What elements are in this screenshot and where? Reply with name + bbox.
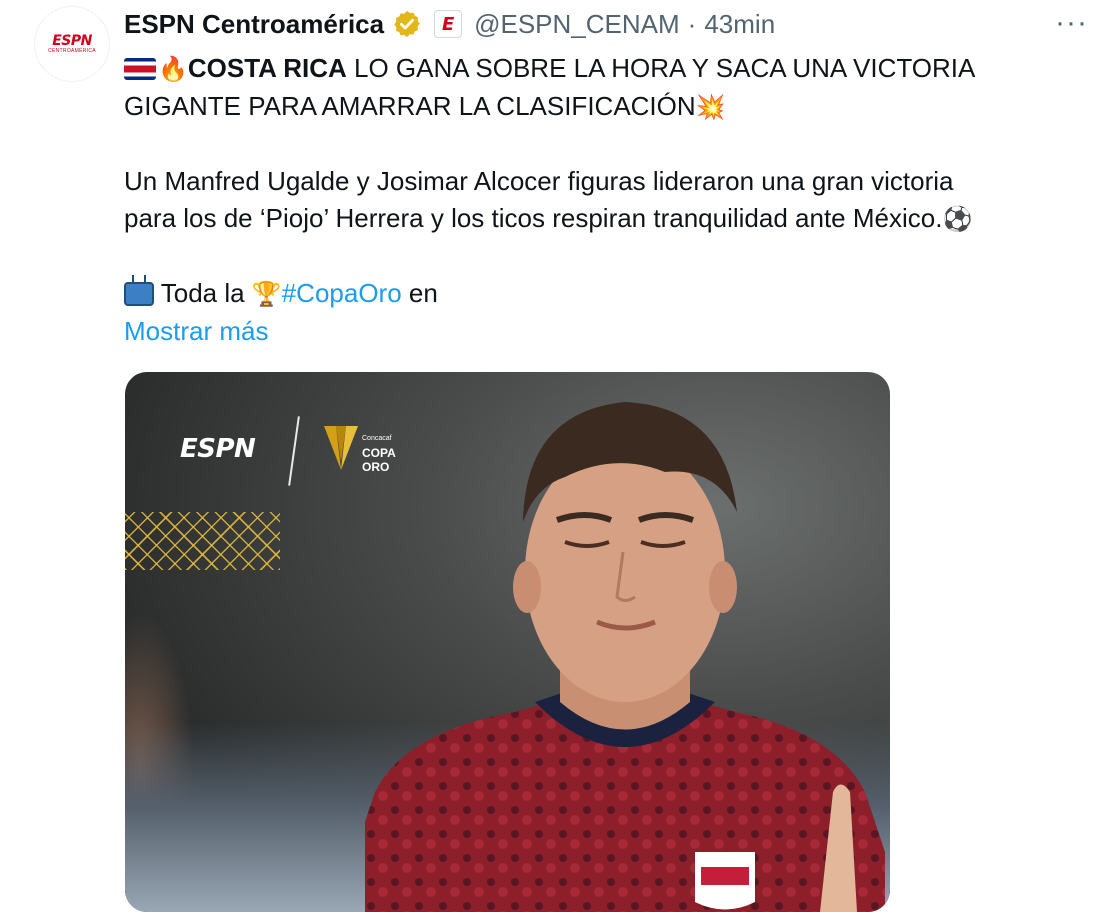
television-icon [124, 282, 154, 306]
headline-line-2: GIGANTE PARA AMARRAR LA CLASIFICACIÓN [124, 91, 696, 121]
tweet-media-image[interactable]: ESPN Concacaf COPA ORO [125, 372, 890, 912]
line5-pre: Toda la [154, 278, 252, 308]
goal-net-graphic [125, 512, 280, 570]
text-line-1: 🔥COSTA RICA LO GANA SOBRE LA HORA Y SACA… [124, 50, 1084, 88]
logo-divider [288, 416, 300, 486]
trophy-icon: 🏆 [251, 280, 282, 308]
espn-logo: ESPN [52, 33, 92, 49]
costa-rica-flag-icon [124, 58, 156, 80]
collision-icon: 💥 [695, 93, 726, 121]
timestamp[interactable]: 43min [704, 9, 775, 40]
line5-post: en [401, 278, 438, 308]
avatar[interactable]: ESPN CENTROAMÉRICA [34, 6, 110, 82]
text-line-4: para los de ‘Piojo’ Herrera y los ticos … [124, 200, 1084, 238]
hashtag-link[interactable]: #CopaOro [282, 278, 402, 308]
headline-bold: COSTA RICA [187, 53, 347, 83]
text-line-5: Toda la 🏆#CopaOro en [124, 275, 1084, 313]
show-more-link[interactable]: Mostrar más [124, 313, 1084, 350]
username[interactable]: @ESPN_CENAM [474, 9, 680, 40]
fire-icon: 🔥 [158, 55, 188, 83]
display-name[interactable]: ESPN Centroamérica [124, 9, 384, 40]
body-line-4: para los de ‘Piojo’ Herrera y los ticos … [124, 203, 943, 233]
affiliate-badge-icon[interactable]: E [434, 10, 463, 38]
tweet[interactable]: ESPN CENTROAMÉRICA ESPN Centroamérica E … [0, 0, 1102, 912]
separator-dot: · [687, 8, 697, 39]
soccer-ball-icon: ⚽ [942, 205, 973, 233]
tweet-text: 🔥COSTA RICA LO GANA SOBRE LA HORA Y SACA… [124, 50, 1084, 350]
text-line-3: Un Manfred Ugalde y Josimar Alcocer figu… [124, 166, 954, 196]
headline-rest: LO GANA SOBRE LA HORA Y SACA UNA VICTORI… [346, 53, 976, 83]
copa-oro-trophy-icon [324, 426, 358, 470]
media-espn-logo: ESPN [180, 434, 256, 464]
tweet-header: ESPN Centroamérica E @ESPN_CENAM · 43min [124, 6, 775, 42]
verified-badge-icon[interactable] [392, 9, 422, 39]
avatar-subtitle: CENTROAMÉRICA [48, 48, 96, 54]
text-line-2: GIGANTE PARA AMARRAR LA CLASIFICACIÓN💥 [124, 88, 1084, 126]
player-photo [365, 402, 885, 912]
affiliate-badge-letter: E [441, 13, 455, 35]
more-options-icon[interactable]: ··· [1055, 6, 1088, 40]
